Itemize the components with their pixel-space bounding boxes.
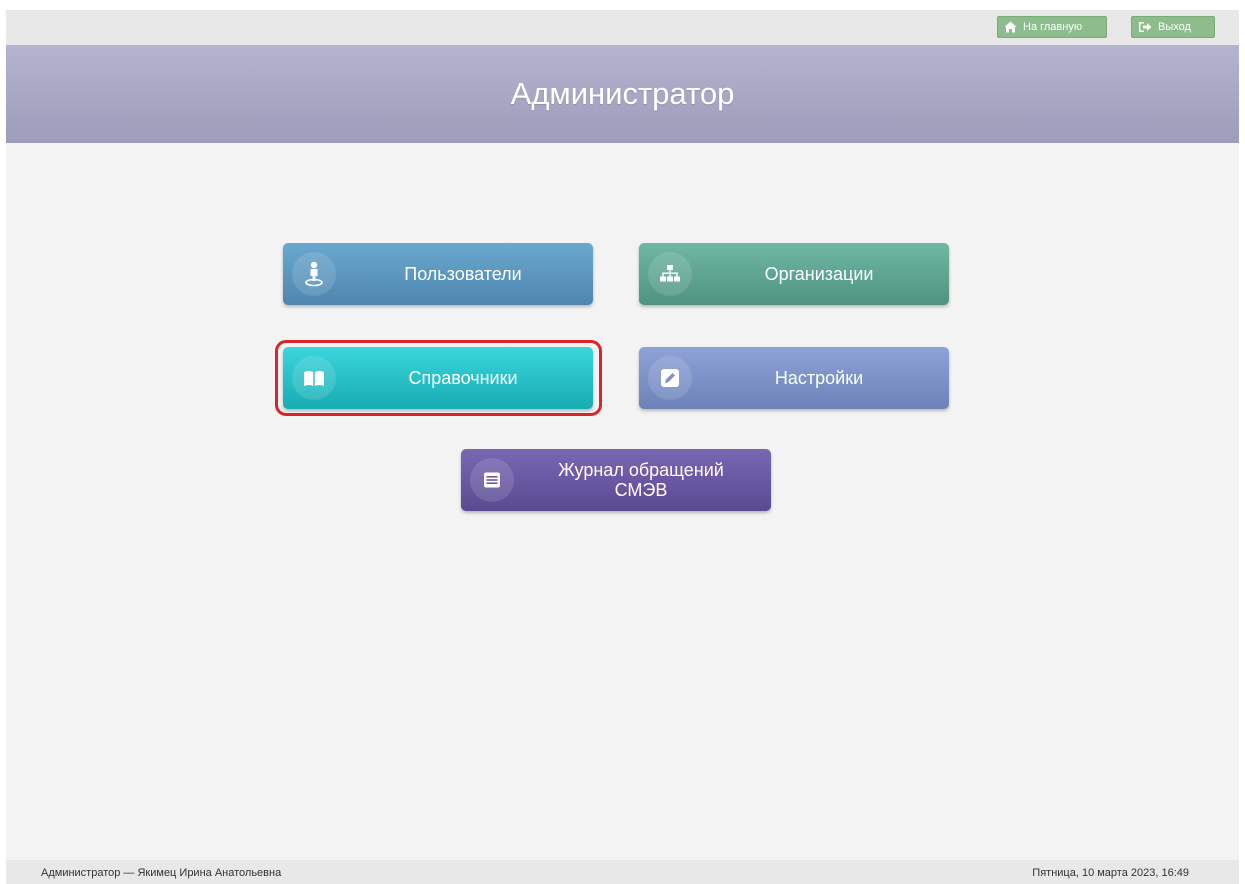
page-title: Администратор bbox=[510, 76, 735, 111]
status-bar: Администратор — Якимец Ирина Анатольевна… bbox=[6, 860, 1239, 884]
exit-button[interactable]: Выход bbox=[1131, 16, 1215, 38]
page-header: Администратор bbox=[6, 45, 1239, 143]
smev-log-label-line2: СМЭВ bbox=[614, 480, 668, 500]
top-bar: На главную Выход bbox=[6, 10, 1239, 45]
app-frame: На главную Выход Администратор Пользоват… bbox=[6, 10, 1239, 884]
selection-highlight-frame bbox=[275, 340, 602, 416]
home-button-label: На главную bbox=[1023, 21, 1083, 33]
sign-out-icon bbox=[1138, 21, 1152, 33]
users-tile-button[interactable]: Пользователи bbox=[283, 243, 593, 305]
settings-tile-label: Настройки bbox=[774, 368, 864, 388]
list-icon bbox=[470, 458, 514, 502]
home-button[interactable]: На главную bbox=[997, 16, 1107, 38]
datetime-text: Пятница, 10 марта 2023, 16:49 bbox=[1032, 867, 1189, 879]
exit-button-label: Выход bbox=[1158, 21, 1191, 33]
organizations-tile-label: Организации bbox=[764, 264, 874, 284]
smev-log-tile-button[interactable]: Журнал обращений СМЭВ bbox=[461, 449, 771, 511]
smev-log-tile-label: Журнал обращений СМЭВ bbox=[521, 449, 761, 511]
sitemap-icon bbox=[648, 252, 692, 296]
pencil-icon bbox=[648, 356, 692, 400]
smev-log-label-line1: Журнал обращений bbox=[558, 460, 724, 480]
settings-tile-button[interactable]: Настройки bbox=[639, 347, 949, 409]
current-user-text: Администратор — Якимец Ирина Анатольевна bbox=[41, 867, 282, 879]
organizations-tile-button[interactable]: Организации bbox=[639, 243, 949, 305]
home-icon bbox=[1004, 21, 1017, 33]
users-tile-label: Пользователи bbox=[404, 264, 522, 284]
user-icon bbox=[292, 252, 336, 296]
